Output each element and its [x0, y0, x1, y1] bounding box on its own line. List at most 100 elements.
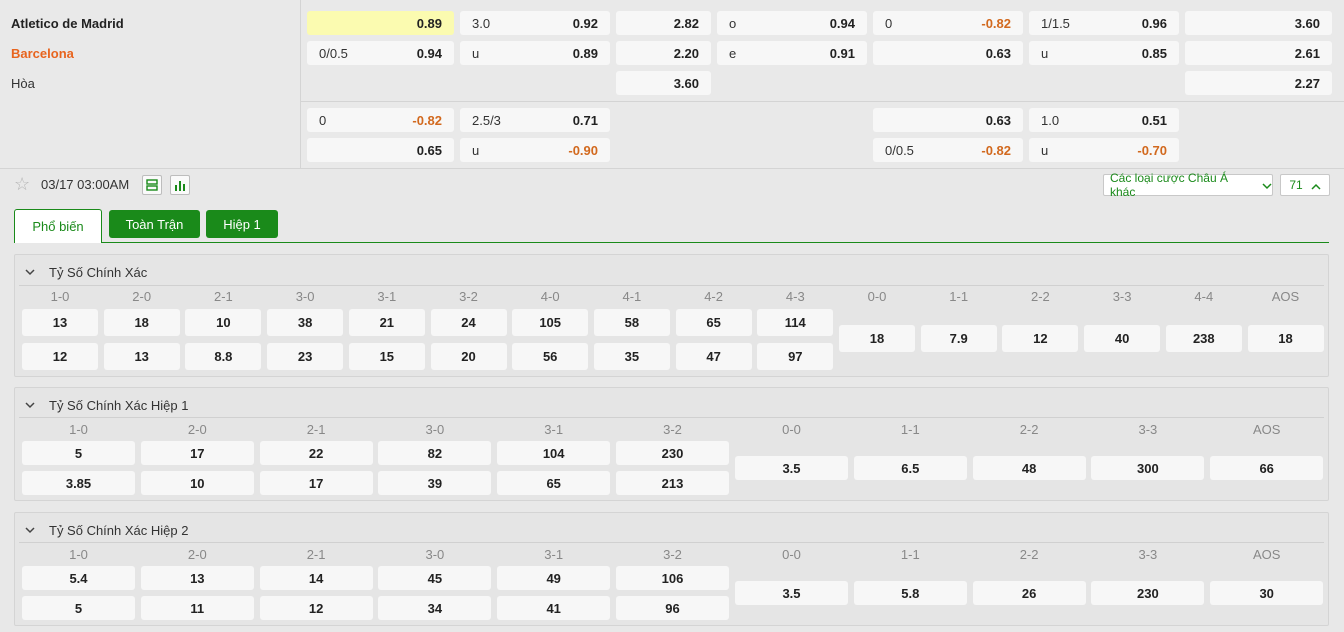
tab-popular[interactable]: Phổ biến [14, 209, 102, 243]
score-odds-cell[interactable]: 5.4 [22, 566, 135, 590]
odds-cell[interactable]: 2.5/3 0.71 [460, 108, 610, 132]
score-odds-cell[interactable]: 8.8 [185, 343, 262, 370]
score-odds-cell[interactable]: 13 [103, 343, 180, 370]
score-odds-cell[interactable]: 41 [497, 596, 611, 620]
odds-cell[interactable]: 0/0.5 -0.82 [873, 138, 1023, 162]
score-odds-cell[interactable]: 24 [430, 309, 507, 336]
odds-cell[interactable]: 0.63 [873, 41, 1023, 65]
score-odds-cell[interactable]: 65 [497, 471, 611, 495]
star-icon[interactable]: ☆ [14, 175, 30, 193]
score-odds-cell[interactable]: 18 [103, 309, 180, 336]
odds-cell[interactable]: 2.27 [1185, 71, 1332, 95]
score-odds-cell[interactable]: 3.85 [22, 471, 135, 495]
score-odds-cell[interactable]: 82 [378, 441, 492, 465]
score-odds-cell[interactable]: 230 [616, 441, 729, 465]
score-odds-cell[interactable]: 15 [348, 343, 425, 370]
odds-cell[interactable]: e 0.91 [717, 41, 867, 65]
score-odds-cell[interactable]: 97 [757, 343, 834, 370]
score-odds-cell[interactable]: 40 [1084, 325, 1161, 352]
score-odds-cell[interactable]: 20 [430, 343, 507, 370]
score-odds-cell[interactable]: 12 [259, 596, 373, 620]
score-odds-cell[interactable]: 3.5 [735, 581, 848, 605]
odds-cell[interactable]: o 0.94 [717, 11, 867, 35]
score-odds-cell[interactable]: 45 [378, 566, 492, 590]
odds-cell[interactable]: 2.61 [1185, 41, 1332, 65]
odds-cell[interactable]: 3.0 0.92 [460, 11, 610, 35]
score-odds-cell[interactable]: 21 [348, 309, 425, 336]
bar-chart-icon[interactable] [170, 175, 190, 195]
odds-handicap: u [472, 142, 480, 158]
score-odds-cell[interactable]: 7.9 [920, 325, 997, 352]
odds-cell[interactable]: 1.0 0.51 [1029, 108, 1179, 132]
score-label: 4-2 [704, 289, 723, 304]
panel-header[interactable]: Tỷ Số Chính Xác [25, 265, 147, 280]
score-odds-cell[interactable]: 5 [22, 596, 135, 620]
odds-cell[interactable]: 0.65 [307, 138, 454, 162]
market-count-toggle[interactable]: 71 [1280, 174, 1330, 196]
score-odds-cell[interactable]: 6.5 [853, 456, 967, 480]
score-odds-cell[interactable]: 47 [675, 343, 752, 370]
odds-cell[interactable]: u 0.85 [1029, 41, 1179, 65]
score-odds-cell[interactable]: 17 [259, 471, 373, 495]
odds-cell[interactable]: 0/0.5 0.94 [307, 41, 454, 65]
score-odds-cell[interactable]: 11 [140, 596, 254, 620]
odds-cell[interactable]: 2.20 [616, 41, 711, 65]
score-odds-cell[interactable]: 26 [972, 581, 1086, 605]
score-odds-cell[interactable]: 35 [593, 343, 670, 370]
other-asian-bets-dropdown[interactable]: Các loại cược Châu Á khác [1103, 171, 1273, 199]
score-odds-cell[interactable]: 10 [185, 309, 262, 336]
score-odds-cell[interactable]: 30 [1210, 581, 1324, 605]
odds-cell[interactable]: 0 -0.82 [307, 108, 454, 132]
score-odds-cell[interactable]: 3.5 [735, 456, 848, 480]
score-odds-cell[interactable]: 213 [616, 471, 729, 495]
score-odds-cell[interactable]: 114 [757, 309, 834, 336]
panel-header[interactable]: Tỷ Số Chính Xác Hiệp 2 [25, 523, 188, 538]
score-odds-cell[interactable]: 66 [1210, 456, 1324, 480]
score-odds-cell[interactable]: 14 [259, 566, 373, 590]
score-odds-cell[interactable]: 106 [616, 566, 729, 590]
score-odds-cell[interactable]: 39 [378, 471, 492, 495]
tab-half-1[interactable]: Hiệp 1 [206, 210, 278, 238]
score-odds-cell[interactable]: 49 [497, 566, 611, 590]
score-odds-cell[interactable]: 13 [140, 566, 254, 590]
score-odds-cell[interactable]: 10 [140, 471, 254, 495]
score-odds-cell[interactable]: 65 [675, 309, 752, 336]
score-odds-cell[interactable]: 104 [497, 441, 611, 465]
score-odds-cell[interactable]: 34 [378, 596, 492, 620]
score-odds-cell[interactable]: 230 [1091, 581, 1205, 605]
odds-cell[interactable]: u 0.89 [460, 41, 610, 65]
tab-full-match[interactable]: Toàn Trận [109, 210, 200, 238]
score-odds-cell[interactable]: 5.8 [853, 581, 967, 605]
score-odds-cell[interactable]: 5 [22, 441, 135, 465]
odds-cell[interactable]: 3.60 [616, 71, 711, 95]
score-odds-cell[interactable]: 56 [512, 343, 589, 370]
score-odds-cell[interactable]: 13 [22, 309, 98, 336]
odds-cell[interactable]: u -0.90 [460, 138, 610, 162]
odds-cell[interactable]: 1/1.5 0.96 [1029, 11, 1179, 35]
score-label: 2-1 [213, 289, 233, 304]
odds-cell[interactable]: 0.89 [307, 11, 454, 35]
score-odds-cell[interactable]: 48 [972, 456, 1086, 480]
score-odds-cell[interactable]: 17 [140, 441, 254, 465]
score-odds-cell[interactable]: 105 [512, 309, 589, 336]
odds-cell[interactable]: u -0.70 [1029, 138, 1179, 162]
score-odds-cell[interactable]: 96 [616, 596, 729, 620]
score-odds-cell[interactable]: 12 [22, 343, 98, 370]
score-odds-cell[interactable]: 12 [1002, 325, 1079, 352]
score-odds-cell[interactable]: 23 [267, 343, 344, 370]
list-icon[interactable] [142, 175, 162, 195]
score-odds-cell[interactable]: 58 [593, 309, 670, 336]
odds-cell[interactable]: 3.60 [1185, 11, 1332, 35]
score-odds-cell[interactable]: 18 [839, 325, 915, 352]
score-odds-cell[interactable]: 238 [1165, 325, 1242, 352]
tabs-underline [102, 242, 1329, 243]
draw-label: Hòa [11, 76, 35, 91]
score-odds-cell[interactable]: 300 [1091, 456, 1205, 480]
score-odds-cell[interactable]: 38 [267, 309, 344, 336]
score-odds-cell[interactable]: 18 [1247, 325, 1324, 352]
panel-header[interactable]: Tỷ Số Chính Xác Hiệp 1 [25, 398, 188, 413]
score-odds-cell[interactable]: 22 [259, 441, 373, 465]
odds-cell[interactable]: 0.63 [873, 108, 1023, 132]
odds-cell[interactable]: 2.82 [616, 11, 711, 35]
odds-cell[interactable]: 0 -0.82 [873, 11, 1023, 35]
